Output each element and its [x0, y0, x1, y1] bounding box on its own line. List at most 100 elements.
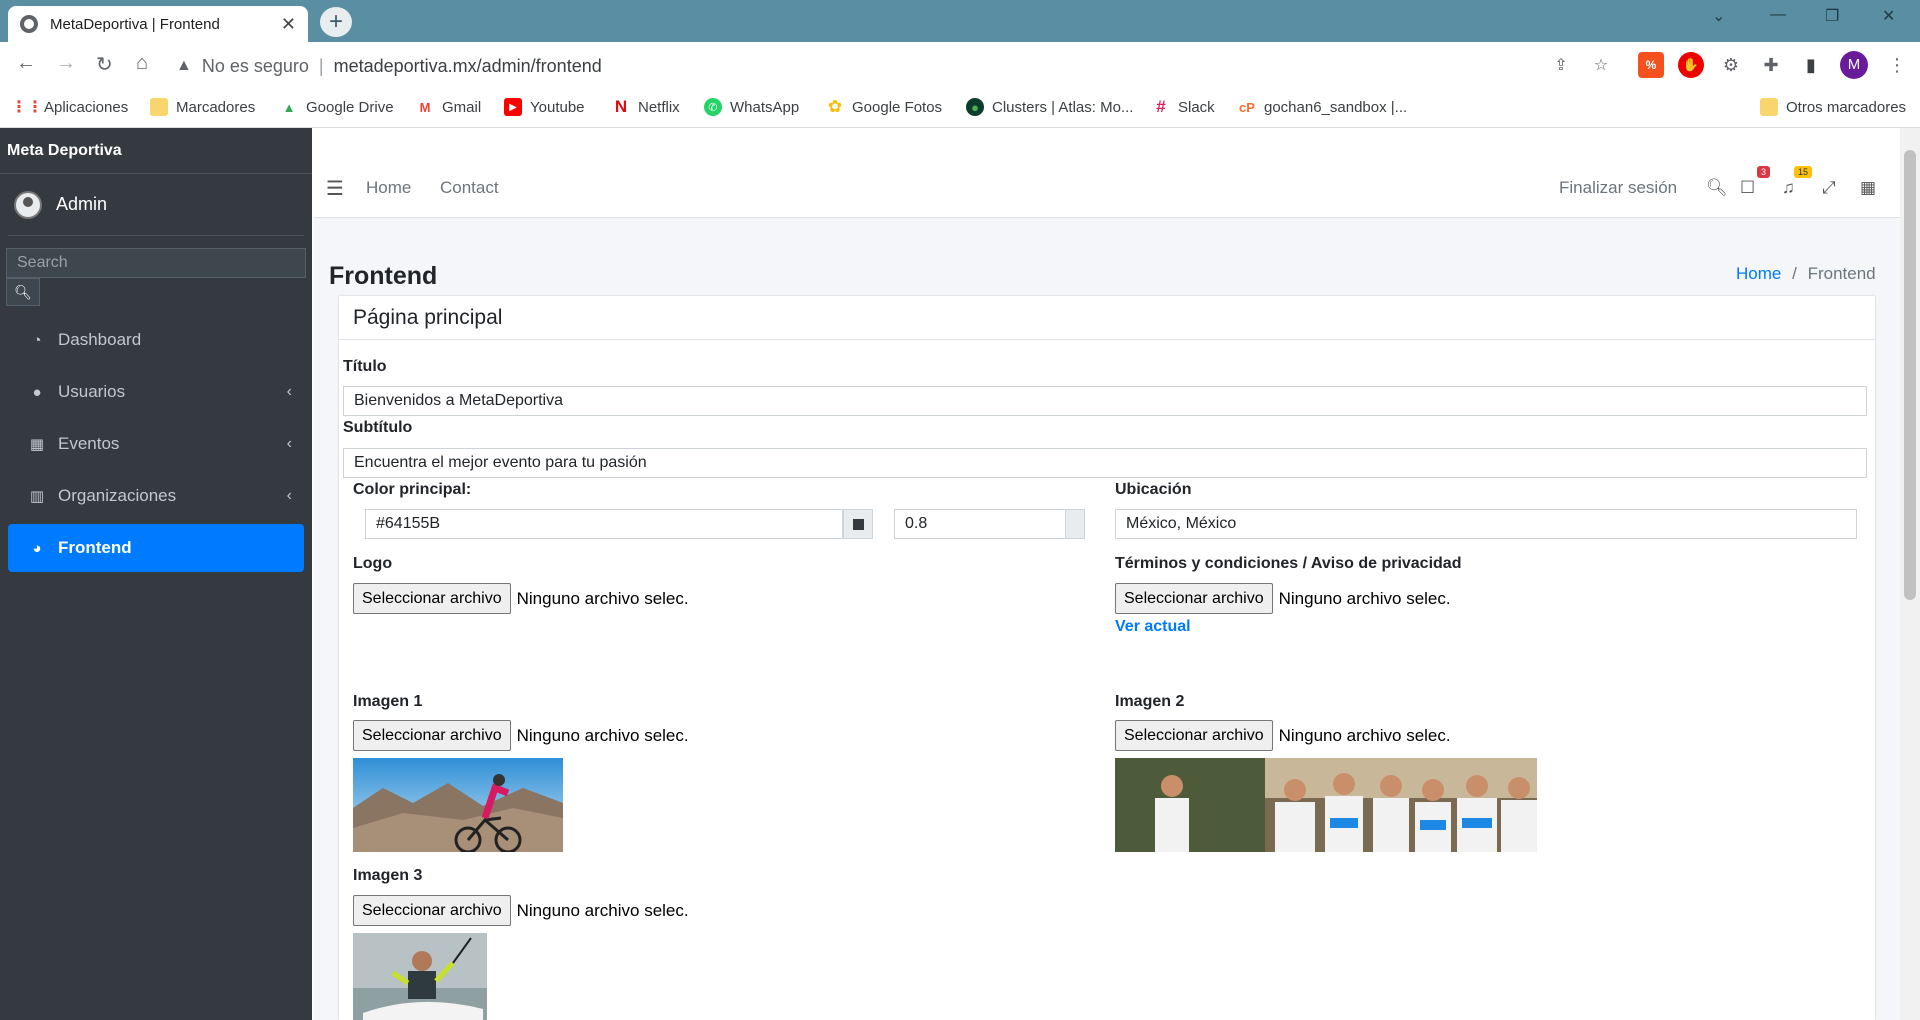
imagen3-file-button[interactable]: Seleccionar archivo	[353, 895, 511, 926]
terminos-file-input[interactable]: Seleccionar archivo Ninguno archivo sele…	[1115, 583, 1451, 614]
url-text[interactable]: metadeportiva.mx/admin/frontend	[334, 56, 602, 77]
messages-icon[interactable]: ☐	[1740, 178, 1755, 198]
user-panel[interactable]: Admin	[8, 174, 304, 236]
bookmark-label: WhatsApp	[730, 98, 800, 116]
bookmark-marcadores[interactable]: Marcadores	[150, 98, 255, 116]
chevron-left-icon: ‹	[286, 435, 292, 452]
profile-avatar[interactable]: M	[1840, 51, 1868, 79]
bookmark-label: Clusters | Atlas: Mo...	[992, 98, 1134, 116]
sidebar-menu: ◔ Dashboard ● Usuarios ‹ ▦ Eventos ‹ ▥ O…	[0, 316, 312, 572]
scrollbar-thumb[interactable]	[1904, 150, 1916, 600]
imagen2-file-input[interactable]: Seleccionar archivo Ninguno archivo sele…	[1115, 720, 1451, 751]
bookmark-whatsapp[interactable]: ✆ WhatsApp	[704, 98, 799, 116]
browser-tab[interactable]: MetaDeportiva | Frontend ✕	[8, 6, 308, 42]
adblock-icon[interactable]: ✋	[1678, 52, 1704, 78]
bookmark-label: Slack	[1178, 98, 1215, 116]
browser-menu-icon[interactable]: ⋮	[1884, 52, 1910, 78]
breadcrumb-current: Frontend	[1807, 264, 1876, 283]
bookmark-google-drive[interactable]: ▲ Google Drive	[280, 98, 394, 116]
opacity-input[interactable]	[894, 509, 1066, 539]
chevron-left-icon: ‹	[286, 383, 292, 400]
opacity-addon	[1065, 509, 1085, 539]
bookmark-google-fotos[interactable]: ✿ Google Fotos	[826, 97, 942, 116]
sidebar-item-organizaciones[interactable]: ▥ Organizaciones ‹	[8, 472, 304, 520]
ubicacion-input[interactable]	[1115, 509, 1857, 539]
close-tab-icon[interactable]: ✕	[281, 14, 296, 35]
imagen1-preview	[353, 758, 563, 852]
search-icon[interactable]: 🔍︎	[1706, 178, 1728, 198]
imagen3-file-input[interactable]: Seleccionar archivo Ninguno archivo sele…	[353, 895, 689, 926]
titulo-input[interactable]	[343, 386, 1867, 416]
sidebar-search-input[interactable]	[6, 248, 306, 278]
user-name[interactable]: Admin	[56, 194, 107, 215]
sidebar-item-eventos[interactable]: ▦ Eventos ‹	[8, 420, 304, 468]
ver-actual-link[interactable]: Ver actual	[1115, 618, 1191, 636]
bookmark-netflix[interactable]: N Netflix	[612, 97, 680, 116]
imagen1-file-input[interactable]: Seleccionar archivo Ninguno archivo sele…	[353, 720, 689, 751]
sidebar-item-usuarios[interactable]: ● Usuarios ‹	[8, 368, 304, 416]
bell-icon[interactable]: ♫	[1782, 178, 1795, 198]
sidebar-item-label: Frontend	[58, 538, 132, 557]
drive-icon: ▲	[282, 99, 296, 115]
brand-link[interactable]: Meta Deportiva	[0, 128, 312, 174]
imagen1-file-status: Ninguno archivo selec.	[516, 725, 689, 745]
netflix-icon: N	[614, 97, 628, 116]
color-principal-label: Color principal:	[353, 481, 472, 498]
bookmark-apps[interactable]: ⋮⋮ Aplicaciones	[11, 98, 129, 117]
calendar-icon: ▦	[29, 436, 45, 453]
forward-icon[interactable]: →	[56, 52, 76, 75]
breadcrumb-home-link[interactable]: Home	[1736, 264, 1781, 283]
color-picker-button[interactable]	[843, 509, 873, 539]
sidebar-item-frontend[interactable]: ◕ Frontend	[8, 524, 304, 572]
avatar	[14, 190, 42, 219]
menu-toggle-icon[interactable]: ☰	[326, 176, 344, 201]
subtitulo-input[interactable]	[343, 448, 1867, 478]
bookmark-youtube[interactable]: ▶ Youtube	[504, 98, 585, 116]
extensions-puzzle-icon[interactable]: ✚	[1758, 52, 1784, 78]
security-label[interactable]: No es seguro	[202, 56, 309, 77]
back-icon[interactable]: ←	[16, 52, 36, 75]
terminos-file-button[interactable]: Seleccionar archivo	[1115, 583, 1273, 614]
extension-percent-icon[interactable]: %	[1638, 52, 1664, 78]
bookmark-gmail[interactable]: M Gmail	[416, 98, 482, 116]
bookmark-atlas[interactable]: ● Clusters | Atlas: Mo...	[966, 98, 1133, 116]
fullscreen-icon[interactable]: ⤢	[1822, 178, 1836, 198]
omnibox[interactable]: ▲ No es seguro | metadeportiva.mx/admin/…	[176, 48, 1576, 84]
grid-icon[interactable]: ▦	[1860, 178, 1876, 198]
imagen3-preview	[353, 933, 487, 1020]
home-icon[interactable]: ⌂	[136, 52, 148, 75]
bookmark-otros[interactable]: Otros marcadores	[1760, 98, 1906, 116]
logo-file-button[interactable]: Seleccionar archivo	[353, 583, 511, 614]
nav-home-link[interactable]: Home	[366, 178, 411, 198]
reload-icon[interactable]: ↻	[96, 52, 113, 77]
slack-icon: #	[1156, 97, 1166, 116]
side-panel-icon[interactable]: ▮	[1798, 52, 1824, 78]
nav-contact-link[interactable]: Contact	[440, 178, 499, 198]
imagen1-label: Imagen 1	[353, 693, 423, 710]
tab-search-icon[interactable]: ⌄	[1712, 6, 1725, 26]
mongodb-icon: ●	[966, 98, 984, 116]
bookmark-cpanel[interactable]: cP gochan6_sandbox |...	[1238, 98, 1407, 116]
sidebar-item-label: Usuarios	[58, 382, 126, 401]
sidebar-item-dashboard[interactable]: ◔ Dashboard	[8, 316, 304, 364]
bookmark-label: Youtube	[530, 98, 585, 116]
minimize-button[interactable]: —	[1770, 6, 1786, 24]
imagen1-file-button[interactable]: Seleccionar archivo	[353, 720, 511, 751]
bookmark-label: Aplicaciones	[44, 98, 129, 116]
color-hex-input[interactable]	[365, 509, 843, 539]
folder-icon	[1760, 98, 1778, 116]
close-window-button[interactable]: ✕	[1882, 6, 1895, 26]
star-icon[interactable]: ☆	[1588, 52, 1614, 78]
terminos-label: Términos y condiciones / Aviso de privac…	[1115, 555, 1462, 572]
logo-file-input[interactable]: Seleccionar archivo Ninguno archivo sele…	[353, 583, 689, 614]
sidebar-search-button[interactable]: 🔍︎	[6, 278, 40, 306]
settings-extension-icon[interactable]: ⚙	[1718, 52, 1744, 78]
new-tab-button[interactable]: +	[320, 7, 352, 37]
bookmark-slack[interactable]: # Slack	[1152, 97, 1215, 116]
logout-link[interactable]: Finalizar sesión	[1559, 178, 1677, 198]
imagen2-file-button[interactable]: Seleccionar archivo	[1115, 720, 1273, 751]
terminos-file-status: Ninguno archivo selec.	[1278, 588, 1451, 608]
warning-icon[interactable]: ▲	[176, 57, 192, 75]
share-icon[interactable]: ⇪	[1548, 52, 1574, 78]
restore-button[interactable]: ❐	[1825, 6, 1839, 26]
